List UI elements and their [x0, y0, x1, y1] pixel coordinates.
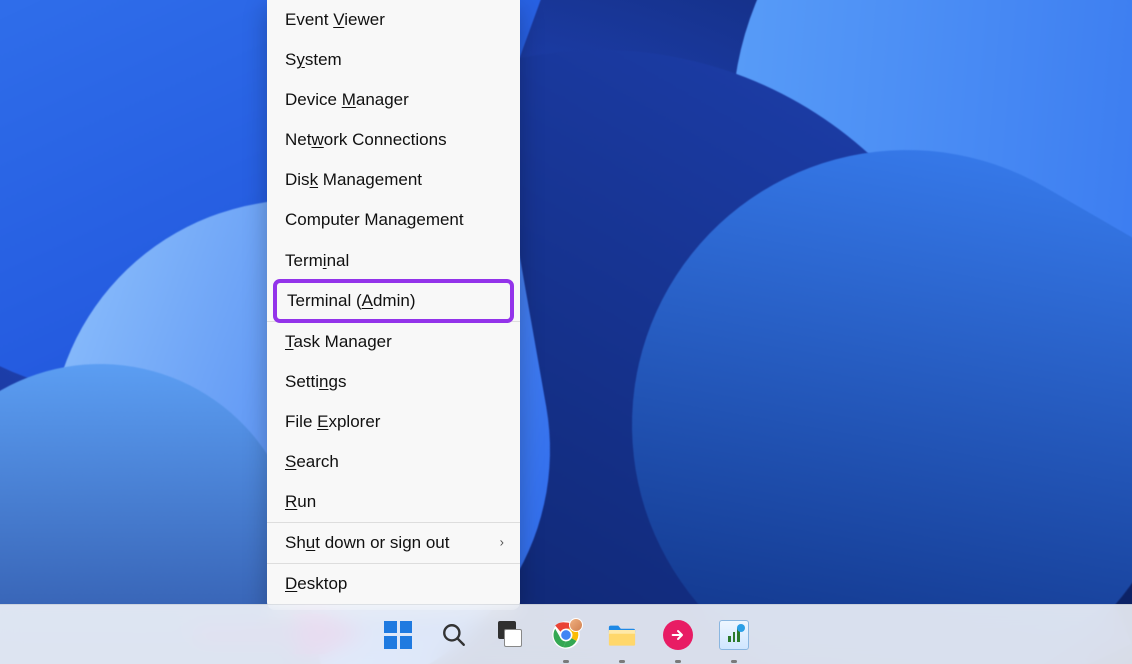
menu-item-label-post: iewer: [344, 10, 385, 29]
menu-item-accelerator: A: [362, 291, 373, 310]
menu-item-label-pre: Setti: [285, 372, 319, 391]
menu-item-label-post: stem: [305, 50, 342, 69]
control-panel-app[interactable]: [712, 613, 756, 657]
menu-item-accelerator: y: [296, 50, 305, 69]
menu-item-label-post: ork Connections: [324, 130, 447, 149]
menu-item-device-manager[interactable]: Device Manager: [267, 80, 520, 120]
menu-item-accelerator: E: [317, 412, 328, 431]
start-button[interactable]: [376, 613, 420, 657]
screen-recorder-app[interactable]: [656, 613, 700, 657]
menu-item-label-pre: Computer Mana: [285, 210, 407, 229]
menu-item-disk-management[interactable]: Disk Management: [267, 160, 520, 200]
menu-item-label-pre: Dis: [285, 170, 310, 189]
menu-item-settings[interactable]: Settings: [267, 362, 520, 402]
menu-item-label-post: dmin): [373, 291, 416, 310]
menu-item-terminal[interactable]: Terminal: [267, 241, 520, 281]
task-view-icon: [496, 621, 524, 649]
menu-item-label-post: t down or sign out: [315, 533, 449, 552]
menu-item-accelerator: n: [319, 372, 328, 391]
running-indicator: [731, 660, 737, 663]
menu-item-label-post: anager: [356, 90, 409, 109]
menu-item-accelerator: u: [306, 533, 315, 552]
desktop: Event ViewerSystemDevice ManagerNetwork …: [0, 0, 1132, 664]
running-indicator: [619, 660, 625, 663]
menu-item-accelerator: w: [311, 130, 323, 149]
control-panel-icon: [719, 620, 749, 650]
folder-icon: [607, 622, 637, 648]
menu-item-network-connections[interactable]: Network Connections: [267, 120, 520, 160]
menu-item-accelerator: M: [342, 90, 356, 109]
menu-item-accelerator: R: [285, 492, 297, 511]
menu-item-label-post: ement: [416, 210, 463, 229]
menu-item-search[interactable]: Search: [267, 442, 520, 482]
menu-item-shut-down-or-sign-out[interactable]: Shut down or sign out ›: [267, 523, 520, 563]
menu-item-label-pre: Term: [285, 251, 323, 270]
recorder-icon: [663, 620, 693, 650]
menu-item-task-manager[interactable]: Task Manager: [267, 322, 520, 362]
menu-item-desktop[interactable]: Desktop: [267, 564, 520, 604]
profile-avatar-badge: [569, 618, 583, 632]
menu-item-label-post: nal: [327, 251, 350, 270]
menu-item-run[interactable]: Run: [267, 482, 520, 522]
menu-item-accelerator: g: [407, 210, 416, 229]
menu-item-label-post: gs: [329, 372, 347, 391]
search-button[interactable]: [432, 613, 476, 657]
menu-item-label-post: Management: [318, 170, 422, 189]
menu-item-accelerator: k: [310, 170, 319, 189]
menu-item-accelerator: T: [285, 332, 294, 351]
menu-item-event-viewer[interactable]: Event Viewer: [267, 0, 520, 40]
winx-context-menu: Event ViewerSystemDevice ManagerNetwork …: [267, 0, 520, 610]
menu-item-computer-management[interactable]: Computer Management: [267, 200, 520, 240]
search-icon: [441, 622, 467, 648]
chevron-right-icon: ›: [500, 535, 504, 552]
windows-logo-icon: [384, 621, 412, 649]
task-view-button[interactable]: [488, 613, 532, 657]
menu-item-accelerator: V: [333, 10, 344, 29]
menu-item-label-pre: File: [285, 412, 317, 431]
menu-item-label-post: esktop: [297, 574, 347, 593]
taskbar: [0, 604, 1132, 664]
menu-item-label-pre: Device: [285, 90, 342, 109]
running-indicator: [675, 660, 681, 663]
menu-item-label-pre: Net: [285, 130, 311, 149]
menu-item-label-pre: S: [285, 50, 296, 69]
menu-item-label-pre: Terminal (: [287, 291, 362, 310]
menu-item-system[interactable]: System: [267, 40, 520, 80]
menu-item-label-pre: Sh: [285, 533, 306, 552]
menu-item-label-pre: Event: [285, 10, 333, 29]
menu-item-label-post: earch: [296, 452, 339, 471]
menu-item-label-post: un: [297, 492, 316, 511]
file-explorer-app[interactable]: [600, 613, 644, 657]
menu-item-file-explorer[interactable]: File Explorer: [267, 402, 520, 442]
menu-item-label-post: ask Manager: [294, 332, 392, 351]
menu-item-accelerator: D: [285, 574, 297, 593]
chrome-app[interactable]: [544, 613, 588, 657]
menu-item-terminal-admin[interactable]: Terminal (Admin): [273, 279, 514, 323]
menu-item-label-post: xplorer: [328, 412, 380, 431]
running-indicator: [563, 660, 569, 663]
menu-item-accelerator: S: [285, 452, 296, 471]
